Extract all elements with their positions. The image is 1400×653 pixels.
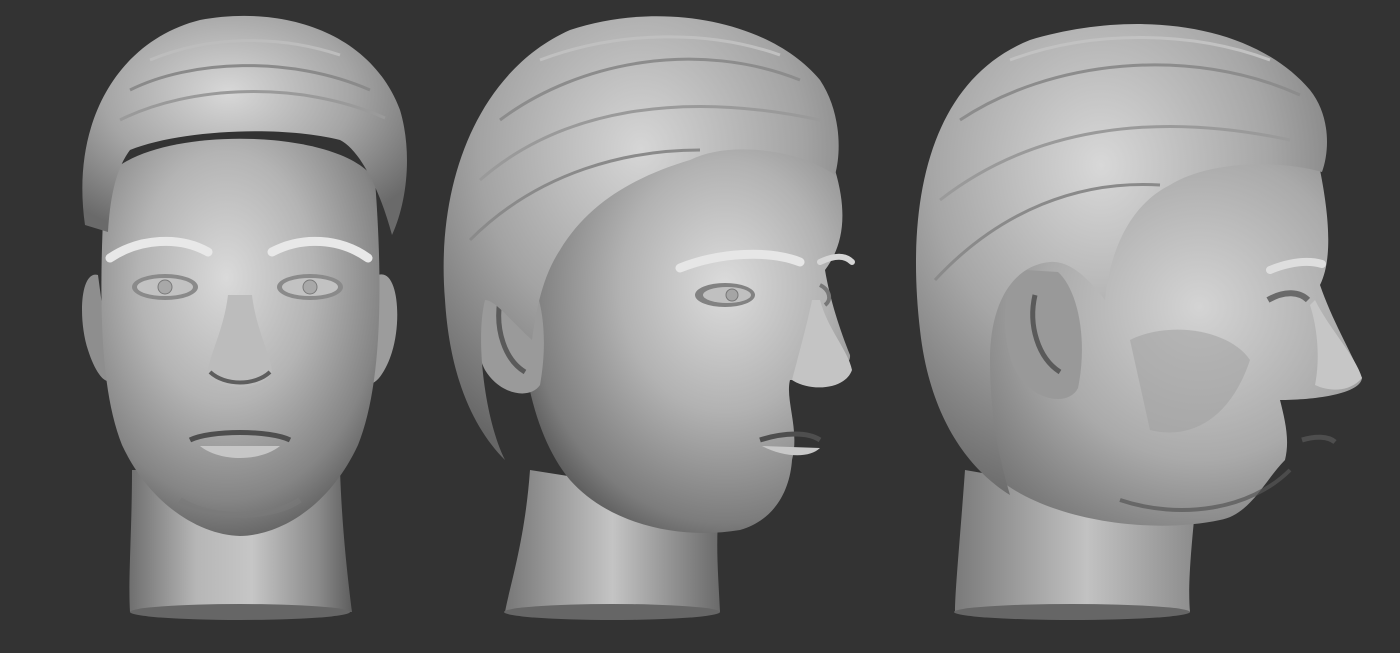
sculpt-turnaround bbox=[0, 0, 1400, 653]
mouth bbox=[1301, 434, 1337, 445]
nose bbox=[1310, 300, 1362, 390]
head-profile-view bbox=[915, 24, 1362, 620]
head-three-quarter-view bbox=[443, 16, 855, 620]
head-front-view bbox=[82, 15, 407, 620]
